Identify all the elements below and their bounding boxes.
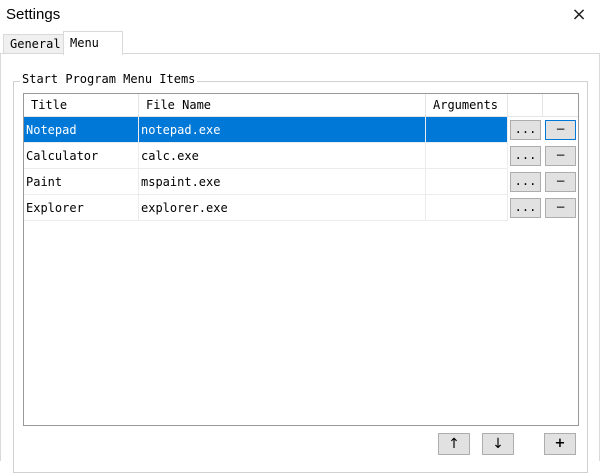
column-header-arguments[interactable]: Arguments — [426, 94, 508, 116]
cell-title[interactable]: Paint — [24, 169, 139, 195]
browse-button[interactable]: ... — [510, 198, 541, 218]
tab-general[interactable]: General — [3, 34, 68, 54]
arrow-down-icon: ↓ — [492, 436, 504, 452]
arrow-up-icon: ↑ — [448, 436, 460, 452]
cell-file-name[interactable]: calc.exe — [139, 143, 426, 169]
cell-file-name[interactable]: mspaint.exe — [139, 169, 426, 195]
add-item-button[interactable]: + — [544, 433, 576, 455]
table-row[interactable]: Paint mspaint.exe ... − — [24, 169, 578, 195]
remove-button[interactable]: − — [545, 172, 576, 192]
move-up-button[interactable]: ↑ — [438, 433, 470, 455]
remove-button[interactable]: − — [545, 120, 576, 140]
column-header-file-name[interactable]: File Name — [139, 94, 426, 116]
group-label: Start Program Menu Items — [20, 72, 198, 86]
cell-file-name[interactable]: explorer.exe — [139, 195, 426, 221]
remove-button[interactable]: − — [545, 146, 576, 166]
move-down-button[interactable]: ↓ — [482, 433, 514, 455]
remove-button[interactable]: − — [545, 198, 576, 218]
table-row[interactable]: Calculator calc.exe ... − — [24, 143, 578, 169]
menu-items-grid: Title File Name Arguments Notepad notepa… — [23, 93, 579, 426]
cell-arguments[interactable] — [426, 143, 508, 169]
tab-menu[interactable]: Menu — [63, 31, 123, 55]
plus-icon: + — [554, 436, 566, 451]
table-row[interactable]: Explorer explorer.exe ... − — [24, 195, 578, 221]
table-row[interactable]: Notepad notepad.exe ... − — [24, 117, 578, 143]
browse-button[interactable]: ... — [510, 172, 541, 192]
cell-arguments[interactable] — [426, 117, 508, 143]
close-icon[interactable]: × — [566, 3, 592, 27]
browse-button[interactable]: ... — [510, 120, 541, 140]
cell-file-name[interactable]: notepad.exe — [139, 117, 426, 143]
column-header-browse — [508, 94, 543, 116]
column-header-title[interactable]: Title — [24, 94, 139, 116]
cell-title[interactable]: Calculator — [24, 143, 139, 169]
cell-title[interactable]: Explorer — [24, 195, 139, 221]
cell-title[interactable]: Notepad — [24, 117, 139, 143]
browse-button[interactable]: ... — [510, 146, 541, 166]
tab-strip: General Menu — [0, 30, 600, 55]
cell-arguments[interactable] — [426, 169, 508, 195]
title-bar: Settings × — [0, 0, 600, 30]
grid-header: Title File Name Arguments — [24, 94, 578, 117]
column-header-remove — [543, 94, 578, 116]
window-title: Settings — [6, 6, 61, 23]
cell-arguments[interactable] — [426, 195, 508, 221]
